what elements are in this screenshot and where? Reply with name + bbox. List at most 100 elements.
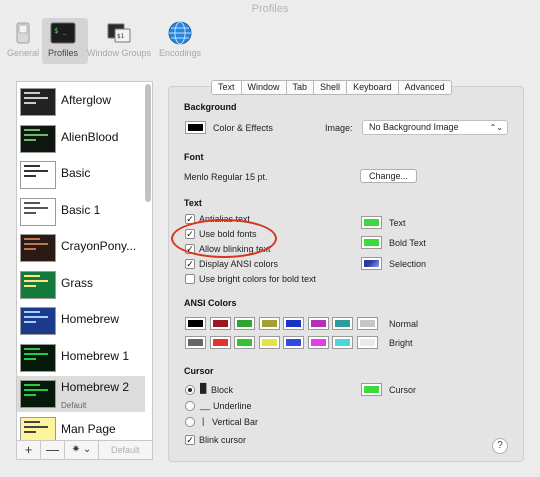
ansi-normal-swatch[interactable] (185, 317, 206, 330)
tab-tab[interactable]: Tab (286, 81, 315, 94)
svg-text:$ _: $ _ (54, 27, 67, 35)
default-profile-button[interactable]: Default (111, 445, 140, 455)
ansi-normal-swatch[interactable] (356, 317, 378, 330)
toolbar-profiles[interactable]: $ _ Profiles (42, 18, 88, 64)
background-heading: Background (184, 102, 237, 112)
ansi-normal-fill (286, 320, 301, 327)
profile-name: Man Page (61, 421, 116, 436)
profile-name: Basic (61, 166, 91, 180)
profile-name: Homebrew 1 (61, 348, 130, 363)
terminal-icon: $ _ (50, 20, 76, 46)
profile-thumbnail (20, 234, 56, 262)
ansi-bright-swatch[interactable] (185, 336, 206, 349)
ansi-bright-swatch[interactable] (209, 336, 231, 349)
tab-keyboard[interactable]: Keyboard (347, 81, 399, 94)
ansi-normal-fill (212, 320, 228, 327)
background-color-fill (188, 124, 203, 131)
ansi-bright-fill (261, 339, 277, 346)
profile-default-label: Default (61, 401, 87, 410)
blink-cursor-label: Blink cursor (199, 435, 247, 445)
ansi-bright-fill (237, 339, 252, 346)
bright-bold-checkbox[interactable] (185, 274, 195, 284)
tab-text[interactable]: Text (212, 81, 242, 94)
ansi-normal-fill (188, 320, 203, 327)
chevron-updown-icon: ⌃⌄ (489, 123, 503, 132)
change-font-button[interactable]: Change... (360, 169, 418, 183)
profile-item[interactable]: Homebrew 1 (17, 340, 145, 376)
ansi-normal-swatch[interactable] (234, 317, 255, 330)
profile-name: CrayonPony... (61, 239, 137, 253)
toolbar-window-groups[interactable]: $1 Window Groups (86, 20, 152, 58)
profile-list[interactable]: Afterglow AlienBlood Basic Basic 1 CrayonPon… (16, 81, 153, 441)
tab-window[interactable]: Window (241, 81, 287, 94)
profile-item[interactable]: Homebrew 2 Default (17, 376, 145, 412)
cursor-color-fill (364, 386, 379, 393)
toolbar-general[interactable]: General (5, 20, 41, 58)
profile-item[interactable]: Basic (17, 157, 145, 193)
cursor-color-label: Cursor (389, 385, 417, 395)
profile-item[interactable]: Afterglow (17, 84, 145, 120)
title-bar: Profiles (0, 0, 540, 18)
bright-bold-label: Use bright colors for bold text (199, 274, 317, 284)
switch-icon (10, 20, 36, 46)
ansi-bright-swatch[interactable] (234, 336, 255, 349)
highlight-circle (171, 219, 277, 258)
profile-item[interactable]: Man Page (17, 413, 145, 440)
help-button[interactable]: ? (492, 438, 508, 454)
text-heading: Text (184, 198, 202, 208)
background-color-swatch[interactable] (185, 121, 206, 134)
profile-item[interactable]: Grass (17, 267, 145, 303)
profile-item[interactable]: CrayonPony... (17, 230, 145, 266)
ansi-normal-swatch[interactable] (258, 317, 280, 330)
font-heading: Font (184, 152, 204, 162)
ansi-bright-swatch[interactable] (307, 336, 329, 349)
profile-name: Homebrew 2 (61, 380, 130, 394)
tab-advanced[interactable]: Advanced (398, 81, 451, 94)
ansi-bright-fill (286, 339, 301, 346)
toolbar-general-label: General (6, 48, 40, 58)
ansi-bright-swatch[interactable] (258, 336, 280, 349)
ansi-bright-swatch[interactable] (283, 336, 304, 349)
profile-name: Homebrew (61, 312, 120, 326)
ansi-normal-swatch[interactable] (307, 317, 329, 330)
profile-list-scrollbar[interactable] (145, 84, 151, 202)
cursor-underline-radio[interactable] (185, 401, 195, 411)
text-color-fill (364, 219, 379, 226)
text-color-swatch[interactable] (361, 216, 382, 229)
toolbar-profiles-label: Profiles (47, 48, 78, 58)
profile-action-menu-button[interactable]: ✷ ⌄ (65, 441, 99, 459)
ansi-normal-swatch[interactable] (332, 317, 353, 330)
cursor-vertical-bar-radio[interactable] (185, 417, 195, 427)
ansi-bright-label: Bright (389, 338, 413, 348)
ansi-normal-fill (359, 320, 375, 327)
profile-item[interactable]: AlienBlood (17, 121, 145, 157)
cursor-vertical-bar-glyph-icon: | (202, 416, 205, 426)
profile-item[interactable]: Basic 1 (17, 194, 145, 230)
toolbar-encodings[interactable]: Encodings (157, 20, 203, 58)
profile-thumbnail (20, 124, 56, 153)
ansi-bright-fill (359, 339, 375, 346)
window-groups-icon: $1 (106, 20, 132, 46)
bold-color-swatch[interactable] (361, 236, 382, 249)
ansi-normal-swatch[interactable] (283, 317, 304, 330)
selection-color-swatch[interactable] (361, 257, 382, 270)
ansi-normal-swatch[interactable] (209, 317, 231, 330)
toolbar: General $ _ Profiles $1 Window Groups En… (0, 18, 540, 64)
ansi-bright-swatch[interactable] (356, 336, 378, 349)
tab-shell[interactable]: Shell (314, 81, 348, 94)
cursor-block-radio[interactable] (185, 385, 195, 395)
display-ansi-checkbox[interactable]: ✓ (185, 259, 195, 269)
ansi-bright-fill (188, 339, 203, 346)
profile-item[interactable]: Homebrew (17, 303, 145, 339)
profile-name: Afterglow (61, 93, 112, 107)
add-profile-button[interactable]: + (17, 441, 41, 459)
profile-name: Basic 1 (61, 202, 101, 217)
profile-thumbnail (20, 270, 56, 299)
ansi-bright-swatch[interactable] (332, 336, 353, 349)
cursor-vertical-bar-label: Vertical Bar (212, 417, 259, 427)
blink-cursor-checkbox[interactable]: ✓ (185, 435, 195, 445)
background-image-select[interactable]: No Background Image ⌃⌄ (362, 120, 508, 135)
cursor-color-swatch[interactable] (361, 383, 382, 396)
selection-color-label: Selection (389, 259, 427, 269)
remove-profile-button[interactable]: — (41, 441, 65, 459)
